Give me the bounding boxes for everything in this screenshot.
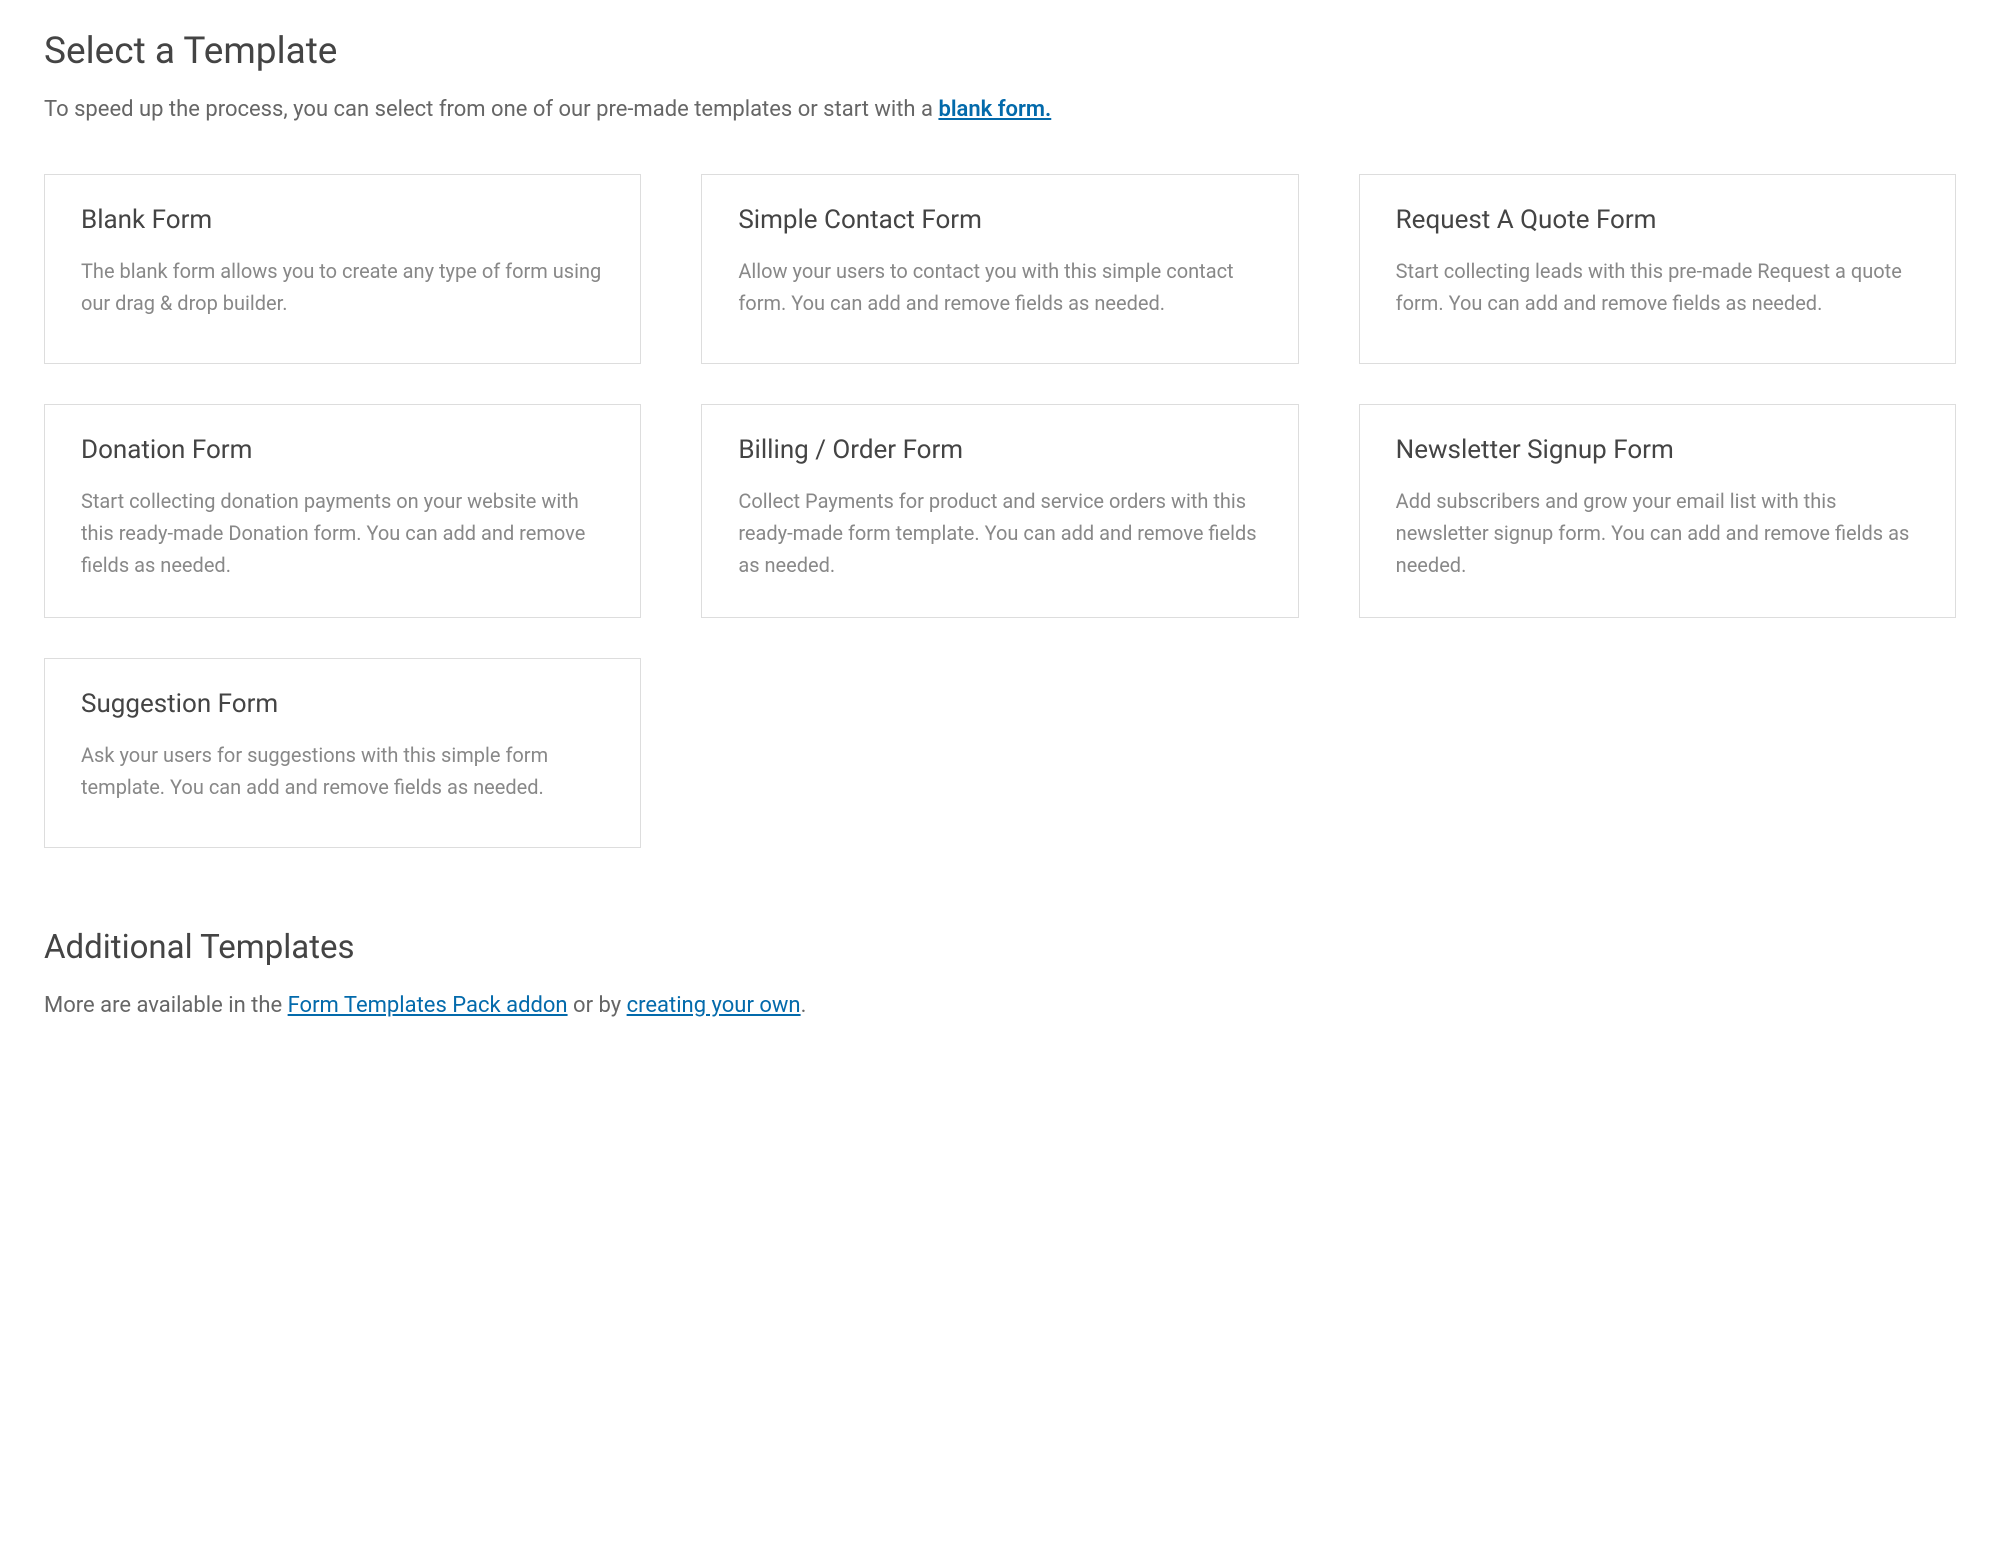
- additional-text-suffix: .: [801, 993, 807, 1018]
- form-templates-pack-link[interactable]: Form Templates Pack addon: [288, 993, 568, 1018]
- creating-your-own-link[interactable]: creating your own: [627, 993, 801, 1018]
- template-desc: The blank form allows you to create any …: [81, 255, 604, 319]
- blank-form-link[interactable]: blank form.: [938, 97, 1051, 122]
- intro-prefix: To speed up the process, you can select …: [44, 97, 938, 122]
- additional-templates-title: Additional Templates: [44, 928, 1956, 967]
- template-title: Request A Quote Form: [1396, 205, 1919, 235]
- intro-text: To speed up the process, you can select …: [44, 93, 1956, 126]
- template-title: Blank Form: [81, 205, 604, 235]
- template-title: Simple Contact Form: [738, 205, 1261, 235]
- templates-grid: Blank Form The blank form allows you to …: [44, 174, 1956, 848]
- template-desc: Start collecting leads with this pre-mad…: [1396, 255, 1919, 319]
- template-title: Billing / Order Form: [738, 435, 1261, 465]
- template-card-newsletter-signup-form[interactable]: Newsletter Signup Form Add subscribers a…: [1359, 404, 1956, 618]
- additional-templates-text: More are available in the Form Templates…: [44, 989, 1956, 1022]
- template-card-billing-order-form[interactable]: Billing / Order Form Collect Payments fo…: [701, 404, 1298, 618]
- page-title: Select a Template: [44, 30, 1956, 73]
- additional-text-prefix: More are available in the: [44, 993, 288, 1018]
- template-title: Donation Form: [81, 435, 604, 465]
- template-card-suggestion-form[interactable]: Suggestion Form Ask your users for sugge…: [44, 658, 641, 848]
- template-desc: Add subscribers and grow your email list…: [1396, 485, 1919, 581]
- template-desc: Ask your users for suggestions with this…: [81, 739, 604, 803]
- template-desc: Start collecting donation payments on yo…: [81, 485, 604, 581]
- template-card-donation-form[interactable]: Donation Form Start collecting donation …: [44, 404, 641, 618]
- template-card-blank-form[interactable]: Blank Form The blank form allows you to …: [44, 174, 641, 364]
- additional-text-mid: or by: [568, 993, 627, 1018]
- template-desc: Allow your users to contact you with thi…: [738, 255, 1261, 319]
- template-card-simple-contact-form[interactable]: Simple Contact Form Allow your users to …: [701, 174, 1298, 364]
- template-card-request-a-quote-form[interactable]: Request A Quote Form Start collecting le…: [1359, 174, 1956, 364]
- template-desc: Collect Payments for product and service…: [738, 485, 1261, 581]
- template-title: Newsletter Signup Form: [1396, 435, 1919, 465]
- template-title: Suggestion Form: [81, 689, 604, 719]
